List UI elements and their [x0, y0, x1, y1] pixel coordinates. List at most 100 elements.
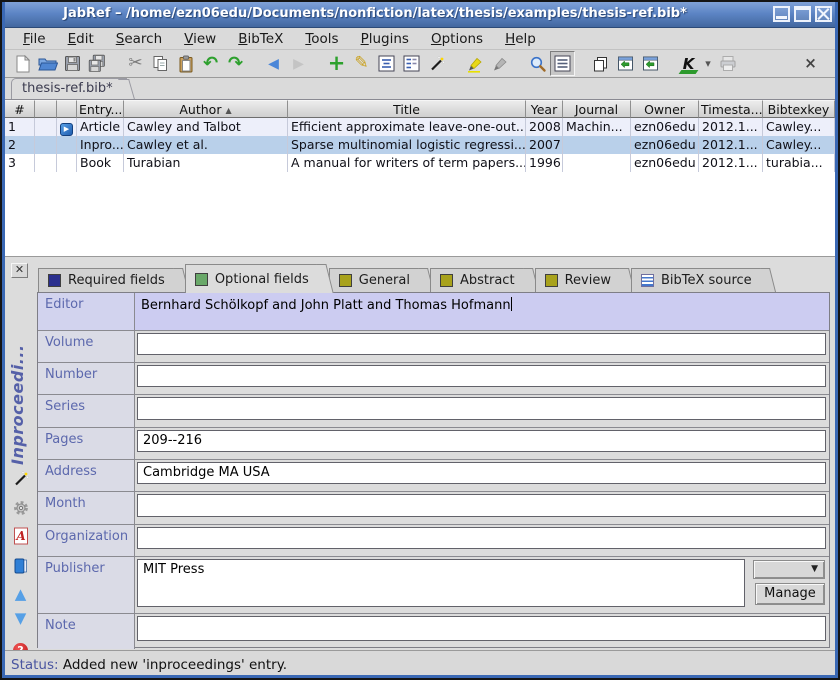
- menu-tools[interactable]: Tools: [297, 29, 346, 49]
- editor-field-input[interactable]: Bernhard Schölkopf and John Platt and Th…: [135, 293, 829, 330]
- open-pdf-icon[interactable]: A: [11, 526, 30, 545]
- maximize-button[interactable]: [794, 6, 811, 22]
- col-header-year[interactable]: Year: [526, 100, 563, 118]
- col-header-timestamp[interactable]: Timesta...: [699, 100, 763, 118]
- field-label: Pages: [38, 428, 135, 459]
- tab-optional-fields[interactable]: Optional fields: [185, 264, 326, 293]
- col-header-journal[interactable]: Journal: [563, 100, 631, 118]
- toolbar: ✂ ↶ ↷ ◀ ▶ + ✎ K ▾ ×: [5, 50, 835, 78]
- cleanup-wand-icon[interactable]: [424, 51, 449, 76]
- menu-view[interactable]: View: [176, 29, 224, 49]
- menu-options[interactable]: Options: [423, 29, 491, 49]
- series-field-input[interactable]: [137, 397, 826, 420]
- paste-icon[interactable]: [173, 51, 198, 76]
- push-dropdown-icon[interactable]: ▾: [701, 51, 715, 76]
- menu-edit[interactable]: Edit: [60, 29, 102, 49]
- save-database-icon[interactable]: [60, 51, 85, 76]
- edit-entry-icon[interactable]: ✎: [349, 51, 374, 76]
- copy-icon[interactable]: [148, 51, 173, 76]
- status-prefix: Status:: [11, 657, 59, 673]
- entry-editor: Inproceedi... A ▲ ▼ Required fields Opti…: [5, 260, 835, 650]
- edit-preamble-icon[interactable]: [374, 51, 399, 76]
- tab-required-fields[interactable]: Required fields: [38, 268, 182, 292]
- search-icon[interactable]: [525, 51, 550, 76]
- undo-icon[interactable]: ↶: [198, 51, 223, 76]
- redo-icon[interactable]: ↷: [223, 51, 248, 76]
- open-file-icon[interactable]: [11, 556, 30, 575]
- month-field-input[interactable]: [137, 494, 826, 517]
- field-row-volume: Volume: [38, 331, 829, 363]
- menu-help[interactable]: Help: [497, 29, 544, 49]
- menu-bibtex[interactable]: BibTeX: [230, 29, 291, 49]
- entry-table: # Entry... Author▲ Title Year Journal Ow…: [5, 100, 835, 257]
- col-header-bibtexkey[interactable]: Bibtexkey: [763, 100, 835, 118]
- open-database-icon[interactable]: [35, 51, 60, 76]
- toolbar-close-icon[interactable]: ×: [798, 51, 823, 76]
- pages-field-input[interactable]: 209--216: [137, 430, 826, 452]
- menu-plugins[interactable]: Plugins: [353, 29, 417, 49]
- volume-field-input[interactable]: [137, 333, 826, 355]
- autogenerate-wand-icon[interactable]: [11, 469, 30, 488]
- unmark-entries-icon[interactable]: [487, 51, 512, 76]
- review-icon: [545, 274, 558, 287]
- file-link-icon[interactable]: [60, 123, 73, 136]
- col-header-owner[interactable]: Owner: [631, 100, 699, 118]
- fetch-medline-icon[interactable]: [613, 51, 638, 76]
- manage-button[interactable]: Manage: [755, 583, 825, 605]
- table-row-selected[interactable]: 2 Inpro... Cawley et al. Sparse multinom…: [5, 136, 835, 154]
- col-header-author[interactable]: Author▲: [124, 100, 288, 118]
- address-field-input[interactable]: Cambridge MA USA: [137, 462, 826, 484]
- fetch-citeseer-icon[interactable]: [638, 51, 663, 76]
- menu-search[interactable]: Search: [108, 29, 170, 49]
- tab-bibtex-source[interactable]: BibTeX source: [631, 268, 769, 292]
- edit-strings-icon[interactable]: [399, 51, 424, 76]
- col-header-ranking[interactable]: [35, 100, 57, 118]
- toggle-preview-icon[interactable]: [550, 51, 575, 76]
- table-row[interactable]: 1 Article Cawley and Talbot Efficient ap…: [5, 118, 835, 136]
- close-entry-editor-button[interactable]: [11, 263, 28, 278]
- move-up-icon[interactable]: ▲: [11, 584, 30, 603]
- field-row-publisher: Publisher MIT Press Manage: [38, 557, 829, 614]
- publisher-dropdown[interactable]: [753, 560, 825, 579]
- col-header-num[interactable]: #: [5, 100, 35, 118]
- field-label: Volume: [38, 331, 135, 362]
- optional-fields-icon: [195, 273, 208, 286]
- field-row-pages: Pages 209--216: [38, 428, 829, 460]
- cut-icon[interactable]: ✂: [123, 51, 148, 76]
- field-row-editor: Editor Bernhard Schölkopf and John Platt…: [38, 293, 829, 331]
- minimize-button[interactable]: [773, 6, 790, 22]
- organization-field-input[interactable]: [137, 527, 826, 549]
- table-row[interactable]: 3 Book Turabian A manual for writers of …: [5, 154, 835, 172]
- push-to-lyx-icon[interactable]: K: [676, 51, 701, 76]
- back-icon[interactable]: ◀: [261, 51, 286, 76]
- col-header-file[interactable]: [57, 100, 77, 118]
- database-tab[interactable]: thesis-ref.bib*: [11, 78, 127, 99]
- note-field-input[interactable]: [137, 616, 826, 641]
- move-down-icon[interactable]: ▼: [11, 608, 30, 627]
- col-header-title[interactable]: Title: [288, 100, 526, 118]
- publisher-field-input[interactable]: MIT Press: [137, 559, 745, 607]
- tab-general[interactable]: General: [329, 268, 427, 292]
- new-database-icon[interactable]: [10, 51, 35, 76]
- new-entry-icon[interactable]: +: [324, 51, 349, 76]
- optional-fields-panel: Editor Bernhard Schölkopf and John Platt…: [37, 292, 830, 648]
- number-field-input[interactable]: [137, 365, 826, 387]
- field-label: Series: [38, 395, 135, 427]
- close-button[interactable]: [815, 6, 832, 22]
- settings-gear-icon[interactable]: [11, 498, 30, 517]
- entry-editor-tabs: Required fields Optional fields General …: [38, 260, 772, 292]
- forward-icon[interactable]: ▶: [286, 51, 311, 76]
- tab-abstract[interactable]: Abstract: [430, 268, 532, 292]
- mark-entries-icon[interactable]: [462, 51, 487, 76]
- window-controls: [773, 6, 832, 22]
- save-all-icon[interactable]: [85, 51, 110, 76]
- copy-key-icon[interactable]: [588, 51, 613, 76]
- titlebar[interactable]: JabRef – /home/ezn06edu/Documents/nonfic…: [2, 2, 838, 28]
- field-label: Note: [38, 614, 135, 649]
- col-header-entrytype[interactable]: Entry...: [77, 100, 124, 118]
- menu-file[interactable]: File: [15, 29, 54, 49]
- sort-asc-icon: ▲: [225, 106, 231, 115]
- text-caret: [511, 297, 512, 311]
- tab-review[interactable]: Review: [535, 268, 628, 292]
- jabref-window: JabRef – /home/ezn06edu/Documents/nonfic…: [0, 0, 840, 680]
